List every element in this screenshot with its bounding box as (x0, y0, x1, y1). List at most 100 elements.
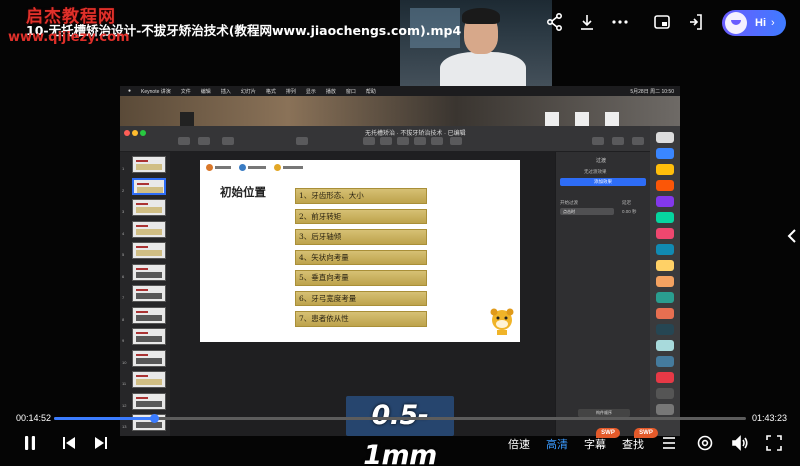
menu-view: 显示 (305, 88, 316, 95)
thumbnail-number: 8 (122, 316, 125, 322)
ai-assistant-button[interactable]: Hi › (722, 10, 786, 36)
share-icon[interactable] (545, 12, 565, 32)
keynote-toolbar: 无托槽矫治 · 不拔牙矫治技术 · 已编辑 (120, 126, 650, 152)
view-icon (178, 137, 190, 145)
add-effect-button: 添加效果 (560, 178, 646, 186)
pause-icon (25, 436, 35, 450)
thumbnail-number: 6 (122, 273, 125, 279)
minimize-window-icon (132, 130, 138, 136)
comment-icon (450, 137, 462, 145)
dock-app-icon (656, 388, 674, 399)
volume-button[interactable] (730, 434, 750, 452)
fullscreen-button[interactable] (764, 434, 784, 452)
thumbnail-number: 1 (122, 166, 125, 171)
slide-thumbnail (132, 199, 166, 216)
progress-bar[interactable] (54, 414, 746, 423)
slide-thumbnail (132, 371, 166, 388)
menu-file: 文件 (180, 88, 191, 95)
dock-app-icon (656, 372, 674, 383)
zoom-icon (198, 137, 210, 145)
logo-three (274, 164, 303, 171)
skip-previous-icon (63, 437, 75, 449)
quality-button[interactable]: 高清 (546, 436, 568, 452)
subtitle-button[interactable]: 字幕 (584, 436, 606, 452)
add-slide-icon (222, 137, 234, 145)
delay-value: 0.00 秒 (622, 209, 637, 214)
menu-window: 窗口 (345, 88, 356, 95)
dock-app-icon (656, 164, 674, 175)
dock-app-icon (656, 276, 674, 287)
slide-thumbnail (132, 263, 166, 281)
menu-play: 播放 (325, 88, 336, 95)
slide-item: 5、垂直向考量 (295, 270, 427, 286)
chart-icon (380, 137, 392, 145)
progress-handle[interactable] (149, 414, 159, 423)
document-icon (632, 137, 644, 145)
zoom-window-icon (140, 130, 146, 136)
dock-app-icon (656, 292, 674, 303)
chevron-left-icon[interactable] (786, 228, 798, 244)
shape-icon (414, 137, 426, 145)
presenter-webcam (400, 0, 552, 86)
next-button[interactable] (92, 434, 110, 452)
volume-icon (732, 435, 748, 451)
playlist-icon (663, 437, 675, 449)
thumbnail-number: 4 (122, 230, 125, 236)
swp-badge: SWP (634, 428, 658, 438)
screen-recording: ● Keynote 讲演 文件 编辑 插入 幻灯片 格式 排列 显示 播放 窗口… (120, 86, 680, 436)
search-button[interactable]: 查找 (622, 436, 644, 452)
slide-item-list: 1、牙齿形态、大小 2、前牙转矩 3、后牙轴倾 4、矢状向考量 5、垂直向考量 … (295, 188, 427, 332)
logo-one (206, 164, 231, 171)
mini-window-icon[interactable] (686, 12, 706, 32)
slide-thumbnail (132, 392, 166, 410)
thumbnail-number: 7 (122, 295, 125, 300)
dock-app-icon (656, 308, 674, 319)
settings-button[interactable] (695, 434, 715, 452)
more-icon[interactable] (610, 12, 630, 32)
dock-app-icon (656, 260, 674, 271)
tiger-mascot-icon (490, 308, 514, 335)
current-slide: 初始位置 1、牙齿形态、大小 2、前牙转矩 3、后牙轴倾 4、矢状向考量 5、垂… (200, 160, 520, 342)
download-icon[interactable] (577, 12, 597, 32)
slide-thumbnail (132, 285, 166, 302)
slide-item: 7、患者依从性 (295, 311, 427, 327)
start-transition-select: 点击时 (560, 208, 614, 215)
slide-thumbnail (132, 156, 166, 173)
slide-item: 1、牙齿形态、大小 (295, 188, 427, 204)
menu-app: Keynote 讲演 (141, 88, 171, 95)
swp-badge: SWP (596, 428, 620, 438)
keynote-doc-title: 无托槽矫治 · 不拔牙矫治技术 · 已编辑 (365, 131, 466, 137)
pause-button[interactable] (20, 434, 40, 452)
mac-menubar: ● Keynote 讲演 文件 编辑 插入 幻灯片 格式 排列 显示 播放 窗口… (120, 86, 680, 96)
desktop-wallpaper (120, 96, 680, 130)
slide-navigator: 1 2 3 4 5 6 7 8 9 10 11 12 13 (120, 152, 170, 436)
thumbnail-number: 5 (122, 252, 125, 257)
menu-insert: 插入 (220, 88, 231, 95)
picture-in-picture-icon[interactable] (652, 12, 672, 32)
assistant-label: Hi (755, 17, 766, 29)
skip-next-icon (95, 437, 107, 449)
slide-thumbnail (132, 220, 166, 238)
mac-clock: 5月28日 周二 10:50 (630, 88, 674, 95)
mac-dock-right (650, 126, 680, 436)
build-order-button: 构件顺序 (578, 409, 630, 417)
animate-icon (612, 137, 624, 145)
table-icon (363, 137, 375, 145)
playlist-button[interactable] (660, 434, 678, 452)
thumbnail-number: 3 (122, 209, 125, 214)
dock-app-icon (656, 132, 674, 143)
chevron-right-icon: › (771, 17, 775, 29)
transition-status: 无过渡效果 (584, 169, 607, 174)
dock-app-icon (656, 356, 674, 367)
menu-edit: 编辑 (200, 88, 211, 95)
video-player[interactable]: ● Keynote 讲演 文件 编辑 插入 幻灯片 格式 排列 显示 播放 窗口… (0, 0, 800, 466)
slide-item: 6、牙弓宽度考量 (295, 290, 427, 306)
playback-speed-button[interactable]: 倍速 (508, 436, 530, 452)
previous-button[interactable] (60, 434, 78, 452)
dock-app-icon (656, 196, 674, 207)
format-icon (592, 137, 604, 145)
menu-format: 格式 (265, 88, 276, 95)
menu-help: 帮助 (365, 88, 376, 95)
slide-thumbnail (132, 349, 166, 367)
inspector-panel: 过渡 无过渡效果 添加效果 开始过渡 延迟 点击时 0.00 秒 构件顺序 (555, 152, 650, 436)
